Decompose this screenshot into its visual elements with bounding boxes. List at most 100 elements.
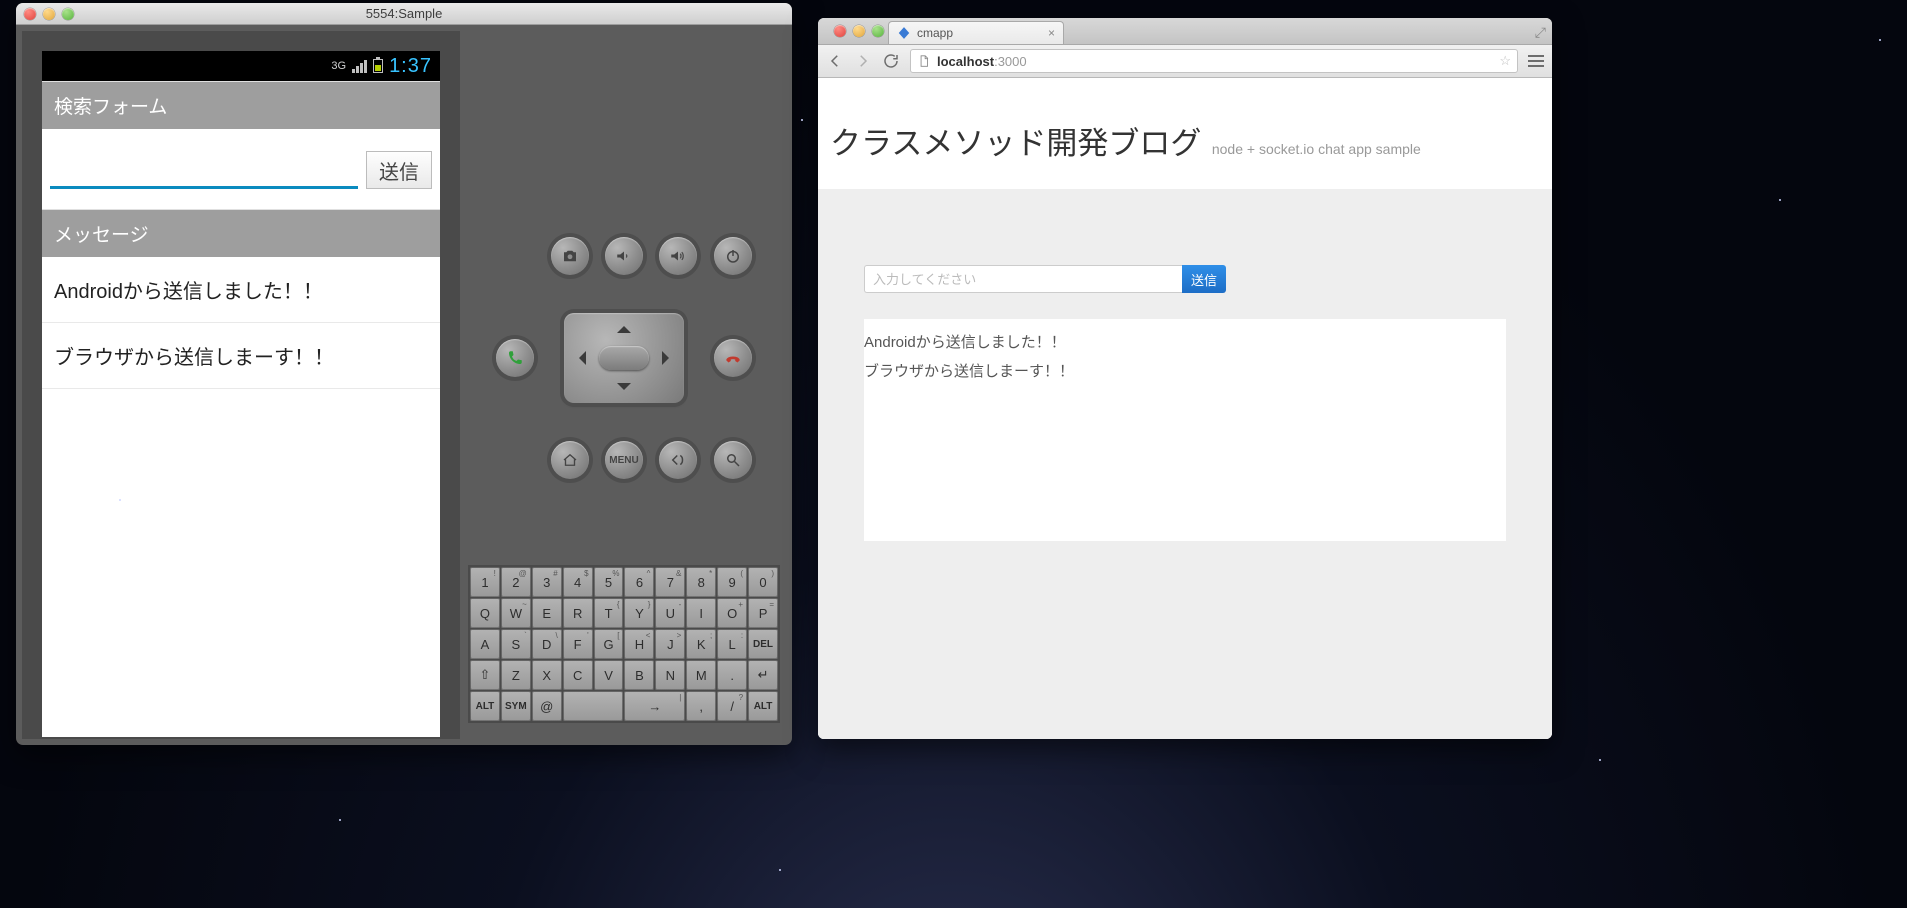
android-send-button[interactable]: 送信 — [366, 151, 432, 189]
dpad-left-icon[interactable] — [572, 351, 586, 365]
key-m[interactable]: M — [686, 660, 716, 690]
key-del[interactable]: DEL — [748, 629, 778, 659]
emulator-keyboard: !1 @2 #3 $4 %5 ^6 &7 *8 (9 )0 Q ~W E R {… — [468, 565, 780, 723]
key-7[interactable]: &7 — [655, 567, 685, 597]
control-cluster: MENU — [494, 211, 754, 505]
key-j[interactable]: >J — [655, 629, 685, 659]
key-i[interactable]: I — [686, 598, 716, 628]
key-alt-left[interactable]: ALT — [470, 691, 500, 721]
key-d[interactable]: \D — [532, 629, 562, 659]
maximize-icon[interactable]: ⤢ — [1535, 24, 1546, 41]
key-6[interactable]: ^6 — [624, 567, 654, 597]
address-bar[interactable]: localhost:3000 ☆ — [910, 49, 1518, 73]
key-p[interactable]: =P — [748, 598, 778, 628]
zoom-icon[interactable] — [872, 25, 884, 37]
key-s[interactable]: `S — [501, 629, 531, 659]
browser-tab[interactable]: cmapp × — [888, 21, 1064, 44]
bookmark-star-icon[interactable]: ☆ — [1499, 53, 1511, 69]
key-y[interactable]: }Y — [624, 598, 654, 628]
key-4[interactable]: $4 — [563, 567, 593, 597]
dpad-right-icon[interactable] — [662, 351, 676, 365]
key-enter[interactable]: ↵ — [748, 660, 778, 690]
browser-send-button[interactable]: 送信 — [1182, 265, 1226, 293]
key-u[interactable]: -U — [655, 598, 685, 628]
browser-toolbar: localhost:3000 ☆ — [818, 45, 1552, 78]
list-item: ブラウザから送信しまーす！！ — [864, 356, 1506, 385]
key-right-arrow[interactable]: |→ — [624, 691, 685, 721]
key-z[interactable]: Z — [501, 660, 531, 690]
camera-icon[interactable] — [551, 237, 589, 275]
key-shift[interactable]: ⇧ — [470, 660, 500, 690]
key-8[interactable]: *8 — [686, 567, 716, 597]
key-alt-right[interactable]: ALT — [748, 691, 778, 721]
close-icon[interactable] — [834, 25, 846, 37]
key-t[interactable]: {T — [594, 598, 624, 628]
key-k[interactable]: ;K — [686, 629, 716, 659]
call-icon[interactable] — [496, 339, 534, 377]
search-icon[interactable] — [714, 441, 752, 479]
volume-down-icon[interactable] — [605, 237, 643, 275]
key-period[interactable]: . — [717, 660, 747, 690]
key-q[interactable]: Q — [470, 598, 500, 628]
back-icon[interactable] — [659, 441, 697, 479]
browser-page: クラスメソッド開発ブログ node + socket.io chat app s… — [818, 78, 1552, 739]
file-icon — [917, 54, 931, 68]
key-o[interactable]: +O — [717, 598, 747, 628]
key-a[interactable]: A — [470, 629, 500, 659]
key-at[interactable]: @ — [532, 691, 562, 721]
tab-close-icon[interactable]: × — [1048, 26, 1055, 40]
nav-back-icon[interactable] — [826, 52, 844, 70]
dpad-up-icon[interactable] — [617, 319, 631, 333]
key-b[interactable]: B — [624, 660, 654, 690]
menu-button[interactable]: MENU — [605, 441, 643, 479]
key-0[interactable]: )0 — [748, 567, 778, 597]
key-f[interactable]: 'F — [563, 629, 593, 659]
key-c[interactable]: C — [563, 660, 593, 690]
page-title: クラスメソッド開発ブログ — [830, 126, 1201, 161]
end-call-icon[interactable] — [714, 339, 752, 377]
emulator-window-title: 5554:Sample — [16, 6, 792, 21]
minimize-icon[interactable] — [853, 25, 865, 37]
key-x[interactable]: X — [532, 660, 562, 690]
key-r[interactable]: R — [563, 598, 593, 628]
key-1[interactable]: !1 — [470, 567, 500, 597]
key-space[interactable] — [563, 691, 624, 721]
chat-input-row: 送信 — [864, 265, 1506, 293]
key-sym[interactable]: SYM — [501, 691, 531, 721]
nav-forward-icon[interactable] — [854, 52, 872, 70]
search-input[interactable] — [50, 151, 358, 189]
browser-message-list: Androidから送信しました！！ ブラウザから送信しまーす！！ — [864, 319, 1506, 541]
dpad-down-icon[interactable] — [617, 383, 631, 397]
key-l[interactable]: :L — [717, 629, 747, 659]
url-host: localhost:3000 — [937, 54, 1027, 69]
volume-up-icon[interactable] — [659, 237, 697, 275]
key-w[interactable]: ~W — [501, 598, 531, 628]
key-v[interactable]: V — [594, 660, 624, 690]
key-n[interactable]: N — [655, 660, 685, 690]
search-row: 送信 — [42, 129, 440, 209]
key-5[interactable]: %5 — [594, 567, 624, 597]
dpad[interactable] — [564, 313, 684, 403]
power-icon[interactable] — [714, 237, 752, 275]
reload-icon[interactable] — [882, 52, 900, 70]
key-3[interactable]: #3 — [532, 567, 562, 597]
statusbar-clock: 1:37 — [389, 55, 432, 78]
dpad-center-button[interactable] — [599, 346, 649, 370]
chat-input[interactable] — [864, 265, 1182, 293]
menu-icon[interactable] — [1528, 55, 1544, 67]
list-item: Androidから送信しました！！ — [42, 257, 440, 323]
android-statusbar: 3G 1:37 — [42, 51, 440, 81]
home-icon[interactable] — [551, 441, 589, 479]
signal-bars-icon — [352, 60, 367, 73]
phone-screen: 3G 1:37 検索フォーム 送信 メッセージ Androidから送信しました！… — [42, 51, 440, 737]
key-g[interactable]: [G — [594, 629, 624, 659]
list-item: Androidから送信しました！！ — [864, 327, 1506, 356]
key-comma[interactable]: , — [686, 691, 716, 721]
key-h[interactable]: <H — [624, 629, 654, 659]
emulator-titlebar[interactable]: 5554:Sample — [16, 3, 792, 25]
favicon-icon — [897, 26, 911, 40]
key-slash[interactable]: ?/ — [717, 691, 747, 721]
key-e[interactable]: E — [532, 598, 562, 628]
key-9[interactable]: (9 — [717, 567, 747, 597]
key-2[interactable]: @2 — [501, 567, 531, 597]
